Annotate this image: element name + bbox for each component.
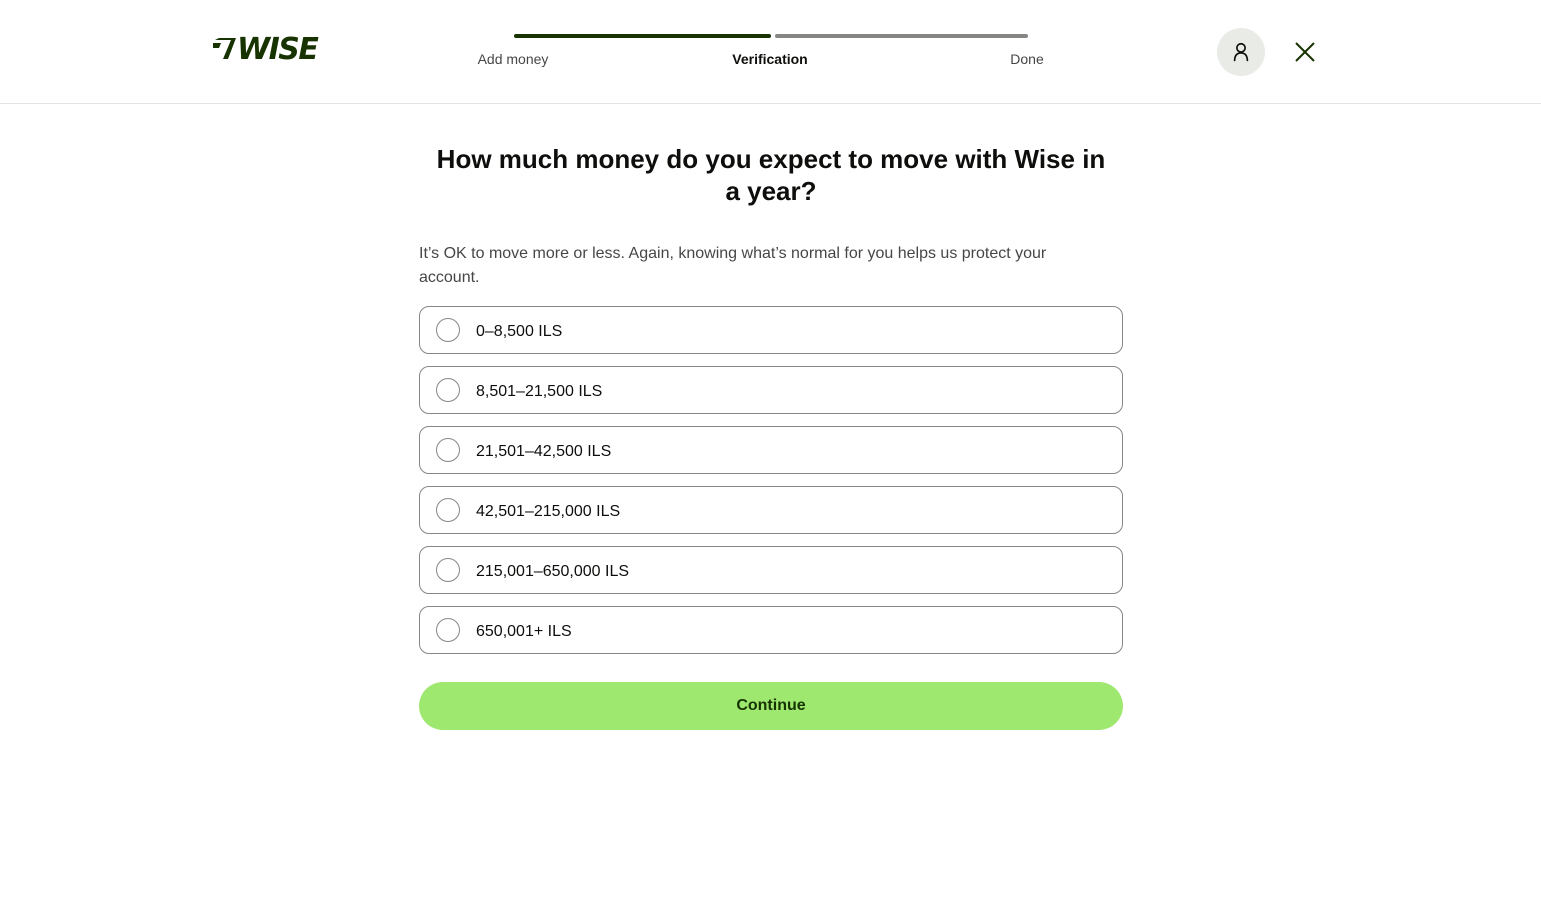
page-title: How much money do you expect to move wit… xyxy=(436,144,1106,206)
radio-button[interactable] xyxy=(436,558,460,582)
option-650001-plus[interactable]: 650,001+ ILS xyxy=(419,606,1123,654)
option-215001-650000[interactable]: 215,001–650,000 ILS xyxy=(419,546,1123,594)
page-subtitle: It’s OK to move more or less. Again, kno… xyxy=(419,245,1047,286)
close-button[interactable] xyxy=(1289,36,1321,68)
step-add-money: Add money xyxy=(477,51,549,67)
option-label: 21,501–42,500 ILS xyxy=(476,443,612,460)
step-done: Done xyxy=(1010,51,1044,67)
option-label: 650,001+ ILS xyxy=(476,623,572,640)
account-button[interactable] xyxy=(1217,28,1265,76)
step-verification: Verification xyxy=(732,51,808,67)
radio-button[interactable] xyxy=(436,618,460,642)
volume-options: 0–8,500 ILS 8,501–21,500 ILS 21,501–42,5… xyxy=(419,306,1123,654)
radio-button[interactable] xyxy=(436,498,460,522)
person-icon xyxy=(1233,42,1249,62)
question-form: How much money do you expect to move wit… xyxy=(419,140,1123,730)
option-label: 215,001–650,000 ILS xyxy=(476,563,630,580)
radio-button[interactable] xyxy=(436,318,460,342)
close-icon xyxy=(1295,42,1315,62)
option-42501-215000[interactable]: 42,501–215,000 ILS xyxy=(419,486,1123,534)
progress-bar-remaining xyxy=(775,34,1028,38)
option-0-8500[interactable]: 0–8,500 ILS xyxy=(419,306,1123,354)
option-label: 0–8,500 ILS xyxy=(476,323,563,340)
option-8501-21500[interactable]: 8,501–21,500 ILS xyxy=(419,366,1123,414)
option-label: 8,501–21,500 ILS xyxy=(476,383,603,400)
continue-button[interactable]: Continue xyxy=(419,682,1123,730)
top-bar: WISE Add money Verification Done xyxy=(0,0,1541,104)
option-21501-42500[interactable]: 21,501–42,500 ILS xyxy=(419,426,1123,474)
radio-button[interactable] xyxy=(436,378,460,402)
progress-bar-complete xyxy=(514,34,771,38)
radio-button[interactable] xyxy=(436,438,460,462)
option-label: 42,501–215,000 ILS xyxy=(476,503,621,520)
